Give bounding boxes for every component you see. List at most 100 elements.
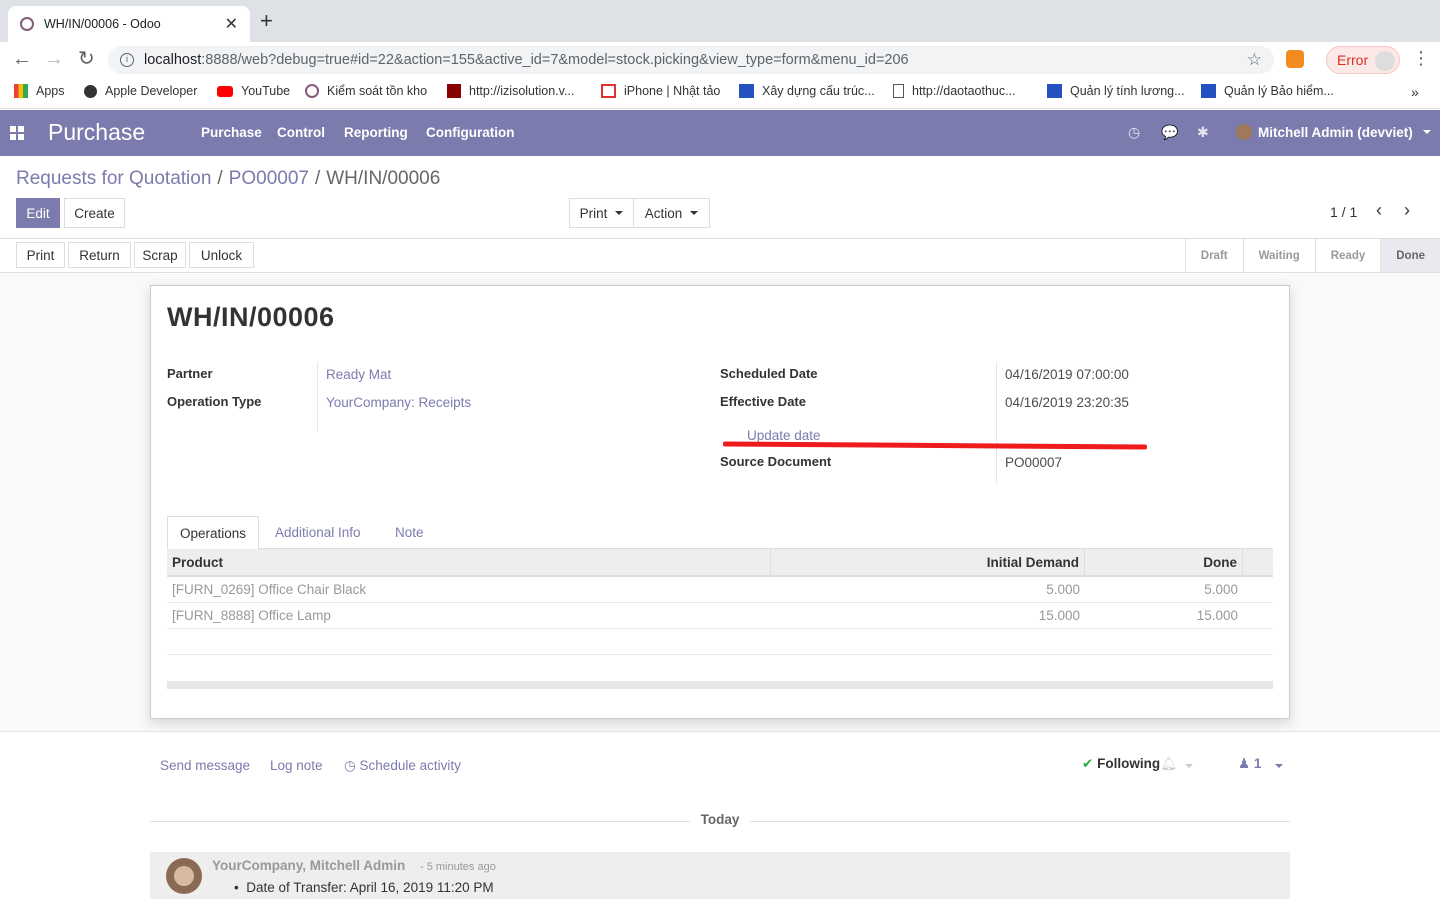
breadcrumb-po[interactable]: PO00007: [229, 168, 309, 189]
source-document-label: Source Document: [720, 454, 832, 469]
activity-clock-icon[interactable]: ◷: [1128, 124, 1140, 141]
empty-row: [167, 629, 1273, 655]
tab-note[interactable]: Note: [383, 516, 436, 549]
user-avatar: [1236, 124, 1252, 140]
bookmark-star-icon[interactable]: ☆: [1247, 50, 1262, 70]
stage-waiting: Waiting: [1242, 239, 1315, 272]
unlock-button[interactable]: Unlock: [189, 242, 254, 268]
done-cell: 5.000: [1204, 582, 1238, 597]
followers-button[interactable]: ♟ 1: [1238, 756, 1284, 772]
menu-reporting[interactable]: Reporting: [344, 125, 408, 140]
send-message-button[interactable]: Send message: [160, 758, 250, 773]
back-icon[interactable]: ←: [12, 48, 32, 70]
message-author[interactable]: YourCompany, Mitchell Admin: [212, 858, 405, 873]
apps-menu-icon[interactable]: [10, 126, 24, 140]
tracking-value: • Date of Transfer: April 16, 2019 11:20…: [234, 880, 494, 895]
scrap-button[interactable]: Scrap: [134, 242, 186, 268]
breadcrumb-rfq[interactable]: Requests for Quotation: [16, 168, 211, 189]
tab-title: WH/IN/00006 - Odoo: [44, 17, 161, 31]
partner-label: Partner: [167, 366, 213, 381]
app-brand[interactable]: Purchase: [48, 119, 145, 146]
column-initial-demand[interactable]: Initial Demand: [771, 549, 1085, 575]
update-date-button[interactable]: Update date: [747, 428, 821, 443]
error-label: Error: [1337, 52, 1369, 68]
pager-next-icon[interactable]: ›: [1404, 200, 1410, 221]
address-bar[interactable]: i localhost:8888/web?debug=true#id=22&ac…: [108, 46, 1274, 74]
profile-avatar: [1375, 51, 1395, 71]
table-row[interactable]: [FURN_8888] Office Lamp 15.000 15.000: [167, 603, 1273, 629]
bookmark-izisolution[interactable]: http://izisolution.v...: [447, 84, 574, 98]
more-bookmarks-icon[interactable]: »: [1411, 84, 1419, 100]
bookmarks-bar: Apps Apple Developer YouTube Kiểm soát t…: [0, 78, 1440, 109]
column-done[interactable]: Done: [1085, 549, 1243, 575]
menu-purchase[interactable]: Purchase: [201, 125, 262, 140]
table-row[interactable]: [FURN_0269] Office Chair Black 5.000 5.0…: [167, 577, 1273, 603]
caret-down-icon: [1185, 764, 1194, 768]
demand-cell: 5.000: [1046, 582, 1080, 597]
breadcrumb-current: WH/IN/00006: [326, 168, 441, 189]
form-sheet: WH/IN/00006 Partner Ready Mat Operation …: [150, 285, 1290, 719]
print-dropdown[interactable]: Print: [569, 198, 634, 228]
operation-type-value[interactable]: YourCompany: Receipts: [326, 395, 471, 410]
pager-previous-icon[interactable]: ‹: [1376, 200, 1382, 221]
scheduled-date-label: Scheduled Date: [720, 366, 818, 381]
author-avatar[interactable]: [166, 858, 202, 894]
scheduled-date-value: 04/16/2019 07:00:00: [1005, 367, 1129, 382]
partner-value[interactable]: Ready Mat: [326, 367, 391, 382]
bookmark-quan-ly-bao-hiem[interactable]: Quản lý Bảo hiểm...: [1201, 84, 1334, 98]
menu-configuration[interactable]: Configuration: [426, 125, 514, 140]
new-tab-icon[interactable]: +: [260, 10, 273, 32]
forward-icon[interactable]: →: [44, 48, 64, 70]
error-button[interactable]: Error: [1326, 46, 1400, 74]
reload-icon[interactable]: ↻: [78, 48, 95, 70]
chatter-message: YourCompany, Mitchell Admin - 5 minutes …: [150, 852, 1290, 899]
bookmark-kiem-soat[interactable]: Kiểm soát tồn kho: [305, 84, 427, 98]
debug-bug-icon[interactable]: ✱: [1197, 124, 1209, 141]
bookmark-iphone[interactable]: iPhone | Nhật tảo: [601, 84, 720, 98]
edit-button[interactable]: Edit: [16, 198, 60, 228]
clock-icon: ◷: [344, 758, 356, 773]
bookmark-apple-developer[interactable]: Apple Developer: [84, 84, 197, 98]
table-header: Product Initial Demand Done: [167, 549, 1273, 577]
record-title: WH/IN/00006: [167, 302, 335, 332]
schedule-activity-button[interactable]: ◷ Schedule activity: [344, 758, 461, 774]
product-cell: [FURN_8888] Office Lamp: [172, 608, 331, 623]
bell-icon[interactable]: 🔔︎: [1160, 756, 1177, 771]
menu-control[interactable]: Control: [277, 125, 325, 140]
action-dropdown[interactable]: Action: [633, 198, 710, 228]
bookmark-quan-ly-luong[interactable]: Quản lý tính lương...: [1047, 84, 1185, 98]
extension-icon[interactable]: [1286, 50, 1304, 68]
column-product[interactable]: Product: [167, 549, 771, 575]
field-divider: [317, 362, 318, 432]
odoo-favicon-icon: [20, 17, 34, 31]
following-button[interactable]: ✔ Following🔔︎: [1082, 756, 1194, 772]
info-icon[interactable]: i: [120, 53, 134, 67]
log-note-button[interactable]: Log note: [270, 758, 323, 773]
date-separator-today: Today: [690, 812, 750, 827]
stage-draft: Draft: [1184, 239, 1243, 272]
url-text: localhost:8888/web?debug=true#id=22&acti…: [144, 52, 909, 68]
bookmark-daotaothuc[interactable]: http://daotaothuc...: [893, 84, 1016, 98]
bookmark-youtube[interactable]: YouTube: [217, 84, 290, 98]
tab-operations[interactable]: Operations: [167, 516, 260, 550]
user-menu[interactable]: Mitchell Admin (devviet): [1236, 124, 1431, 140]
check-icon: ✔: [1082, 756, 1094, 771]
bookmark-apps[interactable]: Apps: [14, 84, 65, 98]
caret-down-icon: [690, 211, 699, 215]
tab-additional-info[interactable]: Additional Info: [263, 516, 373, 549]
demand-cell: 15.000: [1038, 608, 1080, 623]
browser-toolbar: ← → ↻ i localhost:8888/web?debug=true#id…: [0, 42, 1440, 78]
return-button[interactable]: Return: [68, 242, 131, 268]
discuss-chat-icon[interactable]: 💬: [1161, 124, 1178, 141]
browser-tab[interactable]: WH/IN/00006 - Odoo ✕: [8, 6, 250, 42]
browser-menu-icon[interactable]: ⋮: [1412, 48, 1430, 69]
print-button[interactable]: Print: [16, 242, 65, 268]
close-tab-icon[interactable]: ✕: [225, 14, 238, 34]
bookmark-xay-dung[interactable]: Xây dựng cấu trúc...: [739, 84, 875, 98]
stage-ready: Ready: [1314, 239, 1381, 272]
message-time: - 5 minutes ago: [420, 861, 496, 873]
create-button[interactable]: Create: [64, 198, 125, 228]
operations-table: Product Initial Demand Done [FURN_0269] …: [167, 549, 1273, 655]
stage-done: Done: [1380, 239, 1440, 272]
source-document-value: PO00007: [1005, 455, 1063, 470]
